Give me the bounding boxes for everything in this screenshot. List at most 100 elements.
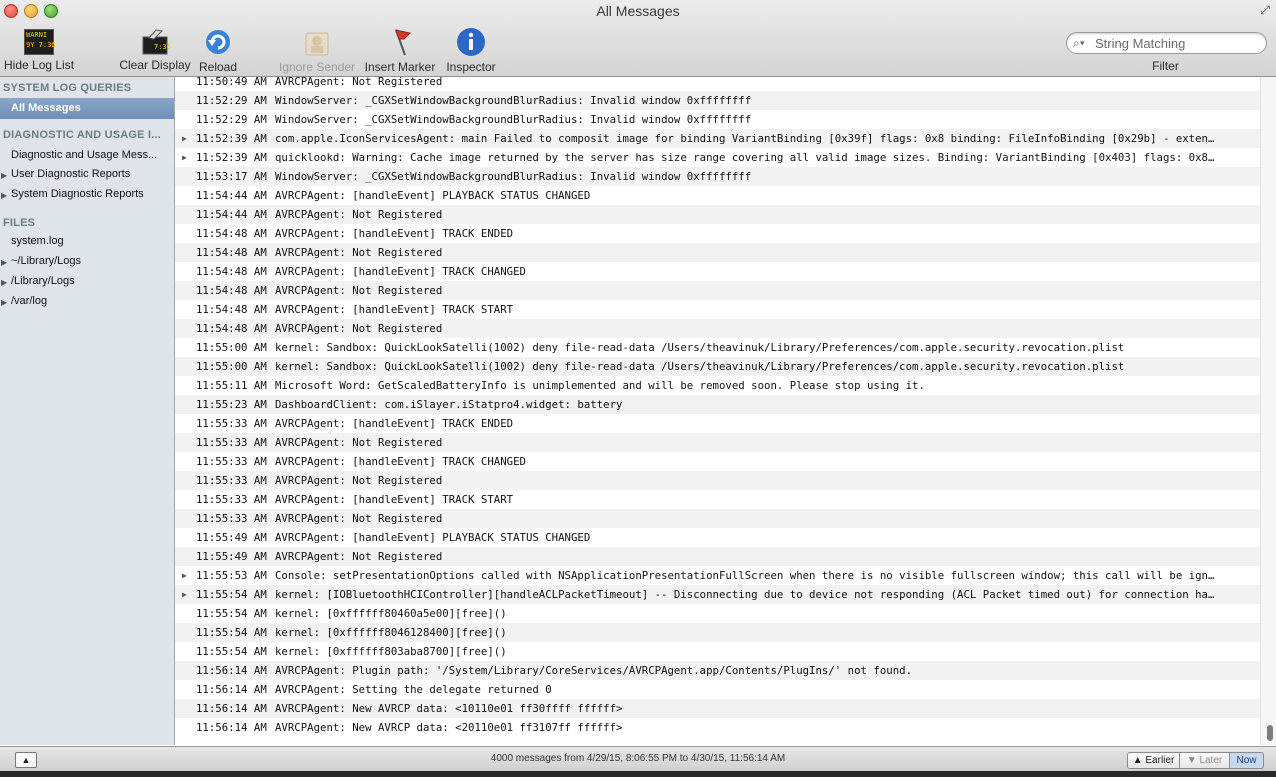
log-row[interactable]: ▶ 11:52:39 AM com.apple.IconServicesAgent:… [175, 129, 1260, 148]
log-time: 11:52:39 AM [196, 132, 267, 145]
disclosure-triangle-icon[interactable]: ▶ [182, 129, 187, 148]
log-row[interactable]: ▶ 11:52:39 AM quicklookd: Warning: Cache i… [175, 148, 1260, 167]
clear-display-button[interactable]: 7:36 Clear Display [119, 27, 191, 72]
log-message: kernel: [0xffffff803aba8700][free]() [275, 645, 507, 658]
log-row[interactable]: 11:55:00 AM kernel: Sandbox: QuickLookSat… [175, 338, 1260, 357]
log-message-list[interactable]: 11:50:49 AM AVRCPAgent: Not Registered 11:… [175, 77, 1260, 745]
now-label: Now [1236, 755, 1257, 766]
vertical-scrollbar[interactable] [1260, 77, 1276, 745]
sidebar-item-all-messages[interactable]: All Messages [0, 98, 174, 119]
log-row[interactable]: 11:55:33 AM AVRCPAgent: Not Registered [175, 433, 1260, 452]
disclosure-triangle-icon[interactable]: ▶ [1, 171, 7, 180]
log-time: 11:55:54 AM [196, 645, 267, 658]
log-row[interactable]: 11:55:33 AM AVRCPAgent: Not Registered [175, 471, 1260, 490]
hide-log-list-button[interactable]: WARNI 9Y 7:36 Hide Log List [4, 27, 74, 72]
log-message: WindowServer: _CGXSetWindowBackgroundBlu… [275, 113, 752, 126]
log-time: 11:55:23 AM [196, 398, 267, 411]
later-button[interactable]: ▼ Later [1179, 752, 1230, 769]
log-time: 11:55:33 AM [196, 417, 267, 430]
disclosure-triangle-icon[interactable]: ▶ [1, 191, 7, 200]
sidebar-item-system-diagnostic-reports[interactable]: System Diagnostic Reports [11, 188, 169, 200]
log-row[interactable]: 11:52:29 AM WindowServer: _CGXSetWindowBa… [175, 91, 1260, 110]
earlier-button[interactable]: ▲ Earlier [1127, 752, 1180, 769]
console-window: All Messages ⤢ WARNI 9Y 7:36 Hide Log Li… [0, 0, 1276, 777]
log-row[interactable]: 11:54:44 AM AVRCPAgent: [handleEvent] PLA… [175, 186, 1260, 205]
reload-button[interactable]: Reload [198, 27, 238, 74]
log-row[interactable]: 11:54:48 AM AVRCPAgent: Not Registered [175, 319, 1260, 338]
log-time: 11:52:39 AM [196, 151, 267, 164]
inspector-button[interactable]: Inspector [445, 27, 497, 74]
inspector-label: Inspector [446, 60, 496, 74]
log-row[interactable]: 11:55:54 AM kernel: [0xffffff8046128400][… [175, 623, 1260, 642]
log-row[interactable]: ▶ 11:55:53 AM Console: setPresentationOpti… [175, 566, 1260, 585]
log-time: 11:56:14 AM [196, 683, 267, 696]
log-row[interactable]: 11:55:33 AM AVRCPAgent: Not Registered [175, 509, 1260, 528]
scroll-thumb[interactable] [1267, 725, 1273, 741]
log-message: AVRCPAgent: New AVRCP data: <10110e01 ff… [275, 702, 623, 715]
log-time: 11:54:48 AM [196, 284, 267, 297]
log-row[interactable]: 11:55:33 AM AVRCPAgent: [handleEvent] TRA… [175, 490, 1260, 509]
fullscreen-icon[interactable]: ⤢ [1258, 3, 1272, 17]
log-time: 11:55:33 AM [196, 436, 267, 449]
log-row[interactable]: 11:52:29 AM WindowServer: _CGXSetWindowBa… [175, 110, 1260, 129]
status-bar: ▲ 4000 messages from 4/29/15, 8:06:55 PM… [0, 746, 1276, 772]
down-arrow-icon: ▼ [1186, 755, 1200, 766]
ignore-sender-icon [301, 27, 333, 57]
log-row[interactable]: 11:55:00 AM kernel: Sandbox: QuickLookSat… [175, 357, 1260, 376]
log-row[interactable]: 11:54:48 AM AVRCPAgent: Not Registered [175, 243, 1260, 262]
search-icon[interactable]: ⌕▾ [1073, 36, 1089, 50]
sidebar-item-user-diagnostic-reports[interactable]: User Diagnostic Reports [11, 168, 169, 180]
now-button[interactable]: Now [1229, 752, 1264, 769]
log-row[interactable]: 11:55:23 AM DashboardClient: com.iSlayer.… [175, 395, 1260, 414]
disclosure-triangle-icon[interactable]: ▶ [1, 258, 7, 267]
log-time: 11:55:33 AM [196, 512, 267, 525]
log-row[interactable]: 11:50:49 AM AVRCPAgent: Not Registered [175, 77, 1260, 91]
log-time: 11:55:00 AM [196, 360, 267, 373]
log-message: AVRCPAgent: [handleEvent] TRACK CHANGED [275, 265, 526, 278]
sidebar-item-home-library-logs[interactable]: ~/Library/Logs [11, 255, 169, 267]
log-row[interactable]: 11:54:44 AM AVRCPAgent: Not Registered [175, 205, 1260, 224]
clear-icon-text: 7:36 [154, 43, 170, 51]
log-time: 11:54:48 AM [196, 303, 267, 316]
log-row[interactable]: 11:55:11 AM Microsoft Word: GetScaledBatt… [175, 376, 1260, 395]
log-row[interactable]: 11:56:14 AM AVRCPAgent: Plugin path: '/Sy… [175, 661, 1260, 680]
log-row[interactable]: 11:55:33 AM AVRCPAgent: [handleEvent] TRA… [175, 452, 1260, 471]
log-row[interactable]: 11:54:48 AM AVRCPAgent: [handleEvent] TRA… [175, 262, 1260, 281]
search-field[interactable]: ⌕▾ [1066, 32, 1267, 54]
log-time: 11:55:54 AM [196, 626, 267, 639]
ignore-sender-button[interactable]: Ignore Sender [279, 27, 355, 74]
log-row[interactable]: 11:55:54 AM kernel: [0xffffff80460a5e00][… [175, 604, 1260, 623]
log-time: 11:56:14 AM [196, 664, 267, 677]
log-row[interactable]: 11:55:49 AM AVRCPAgent: [handleEvent] PLA… [175, 528, 1260, 547]
earlier-label: Earlier [1145, 755, 1175, 766]
log-row[interactable]: 11:56:14 AM AVRCPAgent: New AVRCP data: <… [175, 718, 1260, 737]
log-row[interactable]: 11:54:48 AM AVRCPAgent: [handleEvent] TRA… [175, 224, 1260, 243]
log-row[interactable]: 11:54:48 AM AVRCPAgent: Not Registered [175, 281, 1260, 300]
insert-marker-button[interactable]: Insert Marker [364, 27, 436, 74]
search-input[interactable] [1093, 34, 1262, 53]
log-row[interactable]: 11:56:14 AM AVRCPAgent: New AVRCP data: <… [175, 699, 1260, 718]
log-row[interactable]: 11:55:54 AM kernel: [0xffffff803aba8700][… [175, 642, 1260, 661]
log-message: AVRCPAgent: New AVRCP data: <20110e01 ff… [275, 721, 623, 734]
disclosure-triangle-icon[interactable]: ▶ [1, 298, 7, 307]
log-row[interactable]: 11:54:48 AM AVRCPAgent: [handleEvent] TRA… [175, 300, 1260, 319]
sidebar-item-diagnostic-messages[interactable]: Diagnostic and Usage Mess... [11, 149, 169, 161]
sidebar-item-library-logs[interactable]: /Library/Logs [11, 275, 169, 287]
sidebar-item-var-log[interactable]: /var/log [11, 295, 169, 307]
log-time: 11:55:53 AM [196, 569, 267, 582]
disclosure-triangle-icon[interactable]: ▶ [1, 278, 7, 287]
log-row[interactable]: 11:56:14 AM AVRCPAgent: Setting the deleg… [175, 680, 1260, 699]
log-row[interactable]: 11:55:49 AM AVRCPAgent: Not Registered [175, 547, 1260, 566]
log-row[interactable]: 11:53:17 AM WindowServer: _CGXSetWindowBa… [175, 167, 1260, 186]
disclosure-triangle-icon[interactable]: ▶ [182, 585, 187, 604]
log-message: AVRCPAgent: [handleEvent] TRACK START [275, 303, 514, 316]
sidebar-item-system-log[interactable]: system.log [11, 235, 169, 247]
log-message: AVRCPAgent: Not Registered [275, 436, 443, 449]
disclosure-triangle-icon[interactable]: ▶ [182, 148, 187, 167]
disclosure-triangle-icon[interactable]: ▶ [182, 566, 187, 585]
log-row[interactable]: ▶ 11:55:54 AM kernel: [IOBluetoothHCIContr… [175, 585, 1260, 604]
log-time: 11:54:48 AM [196, 322, 267, 335]
log-message: AVRCPAgent: Not Registered [275, 512, 443, 525]
log-row[interactable]: 11:55:33 AM AVRCPAgent: [handleEvent] TRA… [175, 414, 1260, 433]
log-time: 11:55:33 AM [196, 474, 267, 487]
